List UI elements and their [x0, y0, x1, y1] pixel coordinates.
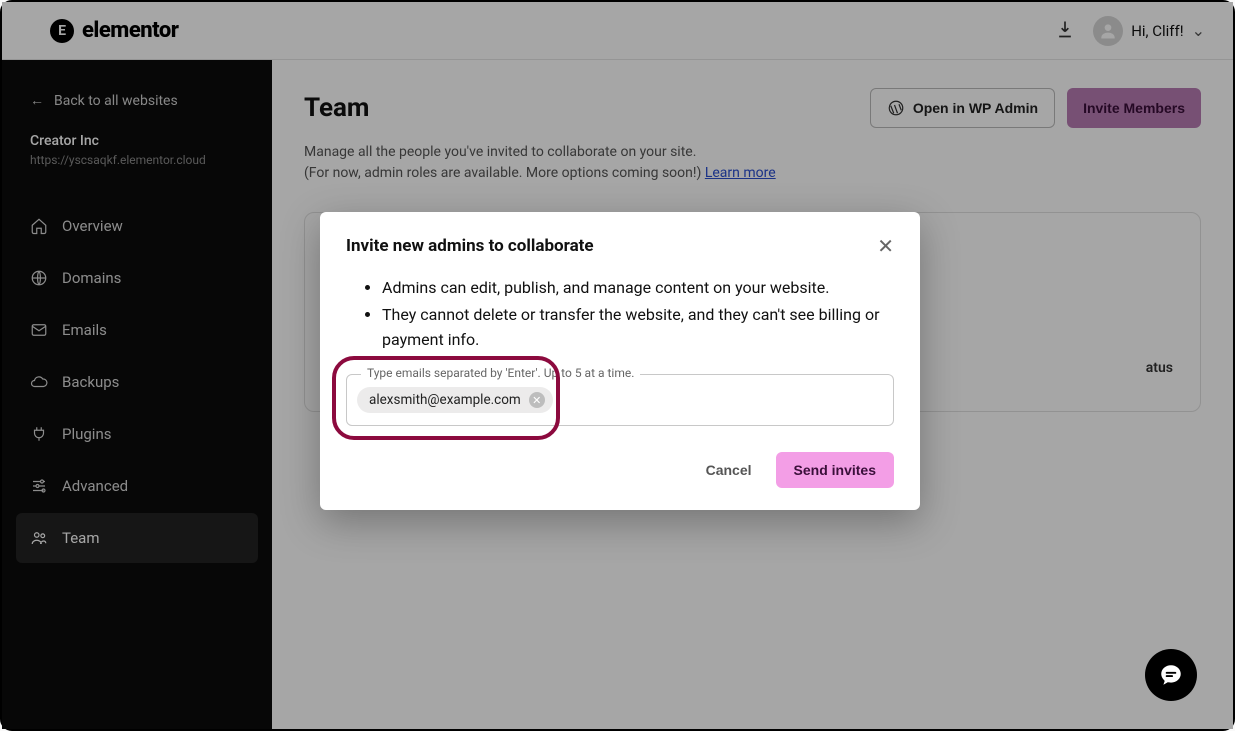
chat-icon — [1158, 662, 1184, 688]
email-chip-text: alexsmith@example.com — [369, 392, 521, 408]
sidebar-item-team[interactable]: Team — [16, 513, 258, 563]
page-header: Team Open in WP Admin Invite Members — [304, 88, 1201, 128]
cancel-button[interactable]: Cancel — [694, 452, 764, 488]
page-title: Team — [304, 93, 369, 123]
user-menu[interactable]: Hi, Cliff! ⌄ — [1093, 16, 1205, 46]
globe-icon — [30, 269, 48, 287]
download-icon[interactable] — [1055, 19, 1075, 43]
modal-bullet-2: They cannot delete or transfer the websi… — [382, 303, 894, 353]
sidebar-item-advanced[interactable]: Advanced — [16, 461, 258, 511]
open-wp-admin-label: Open in WP Admin — [913, 100, 1038, 116]
cloud-icon — [30, 373, 48, 391]
modal-bullet-1: Admins can edit, publish, and manage con… — [382, 276, 894, 301]
sidebar-item-label: Emails — [62, 321, 107, 339]
back-label: Back to all websites — [54, 93, 178, 109]
invite-members-button[interactable]: Invite Members — [1067, 88, 1201, 128]
sidebar-nav: Overview Domains Emails Backups Plugins … — [16, 201, 258, 563]
invite-modal: Invite new admins to collaborate ✕ Admin… — [320, 212, 920, 510]
sidebar-item-label: Team — [62, 529, 100, 547]
email-field-label: Type emails separated by 'Enter'. Up to … — [361, 366, 640, 380]
sidebar-item-label: Domains — [62, 269, 121, 287]
modal-header: Invite new admins to collaborate ✕ — [346, 234, 894, 258]
site-name: Creator Inc — [30, 133, 244, 149]
sidebar-item-emails[interactable]: Emails — [16, 305, 258, 355]
brand-text: elementor — [82, 18, 178, 43]
sidebar-item-backups[interactable]: Backups — [16, 357, 258, 407]
topbar-right: Hi, Cliff! ⌄ — [1055, 16, 1205, 46]
invite-members-label: Invite Members — [1083, 100, 1185, 116]
sidebar-item-plugins[interactable]: Plugins — [16, 409, 258, 459]
sidebar-item-label: Overview — [62, 217, 123, 235]
remove-chip-icon[interactable]: ✕ — [529, 392, 545, 408]
mail-icon — [30, 321, 48, 339]
sidebar-item-overview[interactable]: Overview — [16, 201, 258, 251]
avatar-icon — [1093, 16, 1123, 46]
close-icon[interactable]: ✕ — [877, 234, 894, 258]
header-actions: Open in WP Admin Invite Members — [870, 88, 1201, 128]
subtitle-line2: (For now, admin roles are available. Mor… — [304, 165, 705, 181]
table-col-status: atus — [1146, 360, 1173, 376]
site-url: https://yscsaqkf.elementor.cloud — [30, 153, 244, 167]
elementor-mark-icon: E — [50, 19, 74, 43]
greeting-text: Hi, Cliff! — [1131, 22, 1183, 40]
page-subtitle: Manage all the people you've invited to … — [304, 142, 1201, 184]
brand-logo[interactable]: E elementor — [50, 18, 178, 43]
modal-title: Invite new admins to collaborate — [346, 236, 594, 256]
plug-icon — [30, 425, 48, 443]
sidebar-item-label: Backups — [62, 373, 119, 391]
chevron-down-icon: ⌄ — [1192, 21, 1205, 40]
sliders-icon — [30, 477, 48, 495]
chat-fab[interactable] — [1145, 649, 1197, 701]
send-invites-button[interactable]: Send invites — [776, 452, 894, 488]
arrow-left-icon: ← — [30, 92, 44, 109]
back-link[interactable]: ← Back to all websites — [16, 84, 258, 133]
email-input-field[interactable]: Type emails separated by 'Enter'. Up to … — [346, 374, 894, 426]
email-chip[interactable]: alexsmith@example.com ✕ — [357, 387, 553, 413]
sidebar: ← Back to all websites Creator Inc https… — [2, 60, 272, 729]
site-info[interactable]: Creator Inc https://yscsaqkf.elementor.c… — [16, 133, 258, 191]
learn-more-link[interactable]: Learn more — [705, 165, 776, 181]
home-icon — [30, 217, 48, 235]
wordpress-icon — [887, 99, 905, 117]
sidebar-item-domains[interactable]: Domains — [16, 253, 258, 303]
subtitle-line1: Manage all the people you've invited to … — [304, 144, 696, 160]
users-icon — [30, 529, 48, 547]
open-wp-admin-button[interactable]: Open in WP Admin — [870, 88, 1055, 128]
modal-actions: Cancel Send invites — [346, 452, 894, 488]
sidebar-item-label: Advanced — [62, 477, 128, 495]
sidebar-item-label: Plugins — [62, 425, 111, 443]
modal-info-list: Admins can edit, publish, and manage con… — [346, 276, 894, 352]
topbar: E elementor Hi, Cliff! ⌄ — [2, 2, 1233, 60]
